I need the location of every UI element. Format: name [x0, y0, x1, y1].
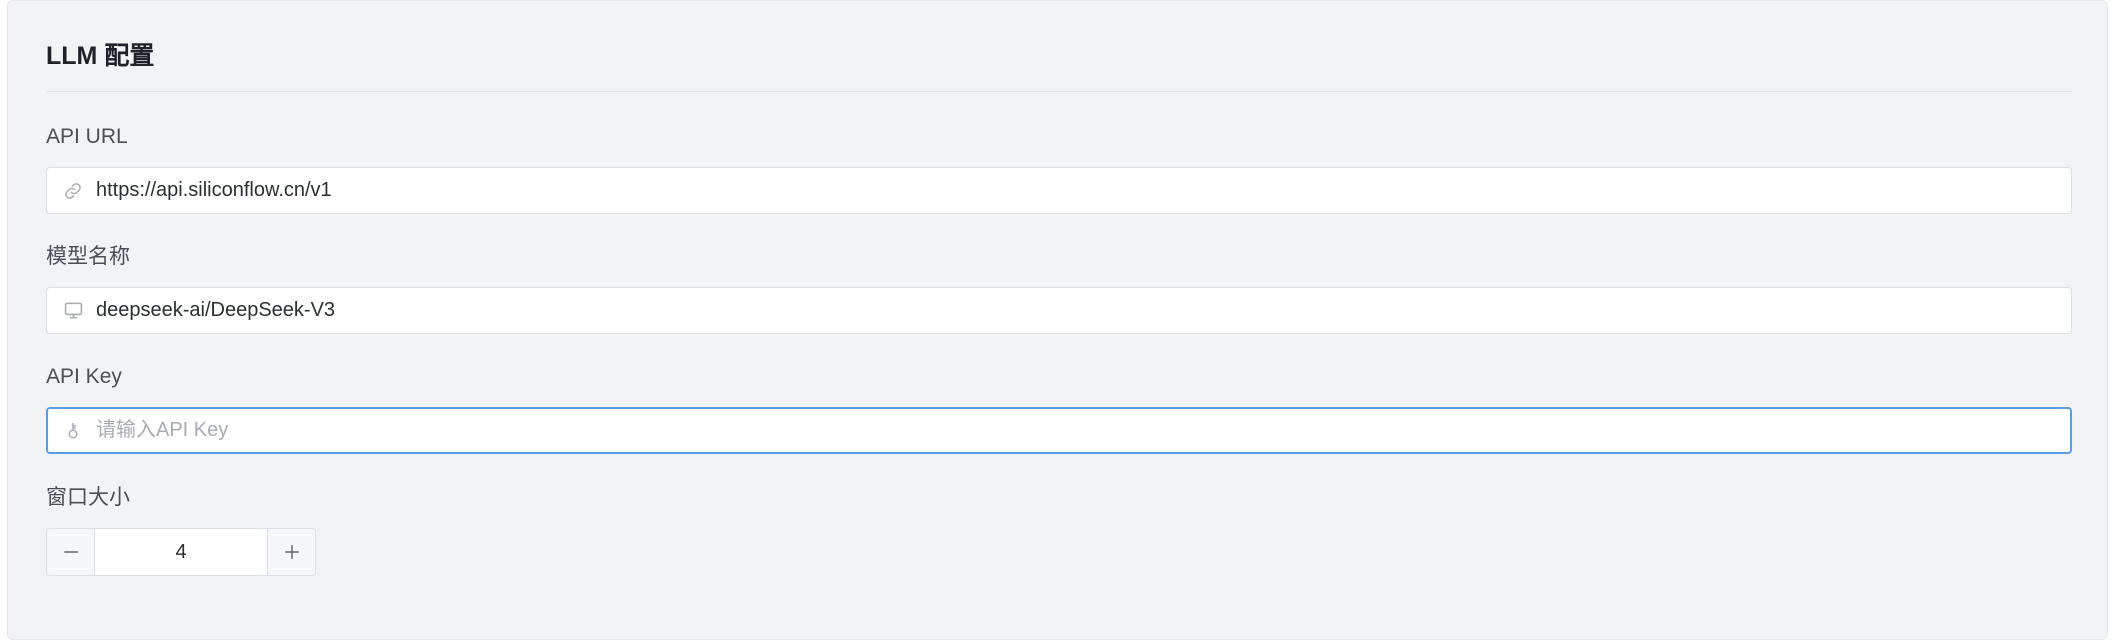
api-key-field	[46, 407, 2072, 454]
window-size-stepper: 4	[46, 528, 316, 576]
section-divider	[46, 91, 2072, 92]
increment-button[interactable]	[267, 529, 315, 575]
window-size-value[interactable]: 4	[95, 529, 267, 575]
model-name-input[interactable]	[96, 288, 2071, 333]
model-name-label: 模型名称	[46, 245, 130, 268]
model-name-field	[46, 287, 2072, 334]
monitor-icon	[62, 300, 84, 322]
link-icon	[62, 180, 84, 202]
api-key-input[interactable]	[96, 409, 2070, 452]
minus-icon	[63, 551, 78, 553]
api-url-input[interactable]	[96, 168, 2071, 213]
api-key-label: API Key	[46, 365, 122, 388]
api-url-label: API URL	[46, 125, 128, 148]
decrement-button[interactable]	[47, 529, 95, 575]
llm-config-panel: LLM 配置 API URL 模型名称 API Key	[7, 0, 2108, 640]
window-size-label: 窗口大小	[46, 486, 130, 509]
section-title: LLM 配置	[46, 42, 155, 70]
api-url-field	[46, 167, 2072, 214]
key-icon	[62, 420, 84, 442]
plus-icon	[284, 545, 299, 559]
